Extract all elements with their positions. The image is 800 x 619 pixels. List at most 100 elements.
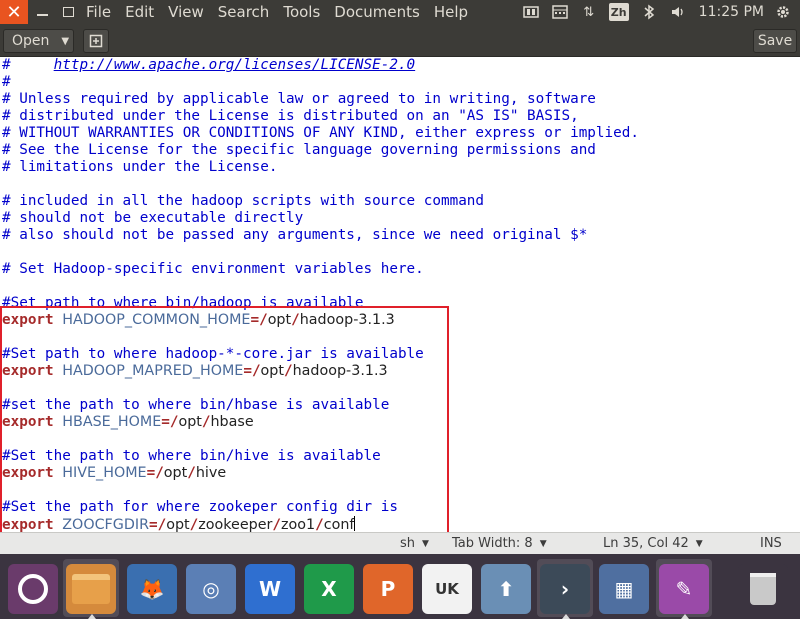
terminal-icon[interactable]: › bbox=[540, 564, 590, 614]
comment-text: # WITHOUT WARRANTIES OR CONDITIONS OF AN… bbox=[2, 125, 639, 141]
wps-spreadsheets-icon[interactable]: X bbox=[304, 564, 354, 614]
menu-search[interactable]: Search bbox=[218, 3, 270, 21]
menu-help[interactable]: Help bbox=[434, 3, 468, 21]
trash-icon[interactable] bbox=[738, 564, 788, 614]
menu-file[interactable]: File bbox=[86, 3, 111, 21]
code-line: # Set Hadoop-specific environment variab… bbox=[2, 261, 424, 278]
comment-prefix: # bbox=[2, 57, 54, 73]
chevron-down-icon: ▼ bbox=[539, 538, 547, 549]
top-panel: ✕ File Edit View Search Tools Documents Help ⇅… bbox=[0, 0, 800, 24]
chromium-icon[interactable]: ◎ bbox=[186, 564, 236, 614]
code-line: export HIVE_HOME=/opt/hive bbox=[2, 465, 226, 482]
comment-text: # distributed under the License is distr… bbox=[2, 108, 579, 124]
wps-presentation-icon[interactable]: P bbox=[363, 564, 413, 614]
system-settings-icon[interactable]: ▦ bbox=[599, 564, 649, 614]
wps-writer-icon[interactable]: W bbox=[245, 564, 295, 614]
menu-bar: File Edit View Search Tools Documents Help bbox=[86, 3, 482, 21]
path-segment: hbase bbox=[210, 414, 254, 430]
path-segment: hive bbox=[195, 465, 227, 481]
comment-text: # limitations under the License. bbox=[2, 159, 278, 175]
assign-operator: = bbox=[250, 312, 260, 328]
menu-edit[interactable]: Edit bbox=[125, 3, 154, 21]
new-document-icon bbox=[89, 34, 103, 48]
cursor-position[interactable]: Ln 35, Col 42 ▼ bbox=[603, 536, 703, 551]
close-window-button[interactable]: ✕ bbox=[0, 0, 28, 24]
firefox-icon[interactable]: 🦊 bbox=[127, 564, 177, 614]
status-bar: sh ▼ Tab Width: 8 ▼ Ln 35, Col 42 ▼ INS bbox=[0, 532, 800, 554]
bluetooth-icon[interactable] bbox=[640, 3, 658, 21]
ubuntu-software-icon[interactable]: UK bbox=[422, 564, 472, 614]
keyboard-icon[interactable] bbox=[551, 3, 569, 21]
software-updater-icon[interactable]: ⬆ bbox=[481, 564, 531, 614]
code-line: export ZOOCFGDIR=/opt/zookeeper/zoo1/con… bbox=[2, 516, 356, 532]
text-cursor bbox=[354, 516, 356, 531]
open-button[interactable]: Open ▼ bbox=[3, 29, 74, 53]
volume-icon[interactable] bbox=[669, 3, 687, 21]
files-icon[interactable] bbox=[66, 564, 116, 614]
code-line: # should not be executable directly bbox=[2, 210, 303, 227]
comment-text: #Set path to where bin/hadoop is availab… bbox=[2, 295, 364, 311]
path-separator: / bbox=[157, 517, 167, 532]
input-method-badge[interactable]: Zh bbox=[608, 3, 629, 21]
path-separator: / bbox=[291, 312, 300, 328]
code-line: # bbox=[2, 74, 11, 91]
comment-text: #Set the path for where zookeper config … bbox=[2, 499, 398, 515]
variable-name: ZOOCFGDIR bbox=[62, 517, 150, 532]
menu-documents[interactable]: Documents bbox=[334, 3, 420, 21]
running-indicator bbox=[88, 614, 96, 619]
chevron-down-icon: ▼ bbox=[422, 538, 429, 549]
path-segment: opt bbox=[166, 517, 190, 532]
language-selector[interactable]: sh ▼ bbox=[400, 536, 429, 551]
path-segment: opt bbox=[260, 363, 284, 379]
export-keyword: export bbox=[2, 517, 54, 532]
network-transfer-icon[interactable]: ⇅ bbox=[580, 3, 598, 21]
license-url-link: http://www.apache.org/licenses/LICENSE-2… bbox=[53, 57, 416, 73]
path-separator: / bbox=[283, 363, 293, 379]
menu-view[interactable]: View bbox=[168, 3, 204, 21]
insert-mode-label: INS bbox=[760, 536, 782, 551]
text-editor-area[interactable]: # http://www.apache.org/licenses/LICENSE… bbox=[0, 57, 800, 532]
variable-name: HADOOP_COMMON_HOME bbox=[62, 312, 251, 328]
open-label: Open bbox=[12, 33, 50, 49]
code-line: export HADOOP_MAPRED_HOME=/opt/hadoop-3.… bbox=[2, 363, 388, 380]
code-line: # distributed under the License is distr… bbox=[2, 108, 579, 125]
gear-icon[interactable] bbox=[774, 3, 792, 21]
path-segment: opt bbox=[267, 312, 292, 328]
save-button[interactable]: Save bbox=[753, 29, 797, 53]
path-segment: conf bbox=[323, 517, 355, 532]
editor-toolbar: Open ▼ Save bbox=[0, 24, 800, 57]
ubuntu-dash-icon[interactable] bbox=[8, 564, 58, 614]
cursor-position-label: Ln 35, Col 42 bbox=[603, 536, 689, 551]
path-segment: zookeeper bbox=[198, 517, 273, 532]
maximize-window-button[interactable] bbox=[54, 0, 82, 24]
indicator-icon[interactable] bbox=[522, 3, 540, 21]
minimize-window-button[interactable] bbox=[28, 0, 56, 24]
comment-text: # See the License for the specific langu… bbox=[2, 142, 596, 158]
new-document-button[interactable] bbox=[83, 29, 109, 53]
comment-text: # should not be executable directly bbox=[2, 210, 304, 226]
comment-text: # bbox=[2, 74, 11, 90]
code-line: # included in all the hadoop scripts wit… bbox=[2, 193, 484, 210]
path-separator: / bbox=[259, 312, 268, 328]
export-keyword: export bbox=[2, 363, 54, 379]
text-editor-icon[interactable]: ✎ bbox=[659, 564, 709, 614]
code-line: #Set path to where bin/hadoop is availab… bbox=[2, 295, 364, 312]
chevron-down-icon: ▼ bbox=[695, 538, 703, 549]
assign-operator: = bbox=[146, 465, 156, 481]
code-line: # also should not be passed any argument… bbox=[2, 227, 587, 244]
code-line: # limitations under the License. bbox=[2, 159, 277, 176]
assign-operator: = bbox=[161, 414, 170, 430]
clock[interactable]: 11:25 PM bbox=[699, 4, 764, 20]
assign-operator: = bbox=[149, 517, 158, 532]
comment-text: # included in all the hadoop scripts wit… bbox=[2, 193, 485, 209]
chevron-down-icon: ▼ bbox=[61, 35, 70, 47]
code-line: # See the License for the specific langu… bbox=[2, 142, 596, 159]
menu-tools[interactable]: Tools bbox=[283, 3, 320, 21]
variable-name: HADOOP_MAPRED_HOME bbox=[62, 363, 244, 379]
code-line: #Set the path for where zookeper config … bbox=[2, 499, 398, 516]
insert-mode-indicator[interactable]: INS bbox=[760, 536, 782, 551]
path-segment: hadoop-3.1.3 bbox=[299, 312, 395, 328]
path-segment: opt bbox=[178, 414, 202, 430]
tab-width-label: Tab Width: 8 bbox=[452, 536, 533, 551]
tab-width-selector[interactable]: Tab Width: 8 ▼ bbox=[452, 536, 547, 551]
